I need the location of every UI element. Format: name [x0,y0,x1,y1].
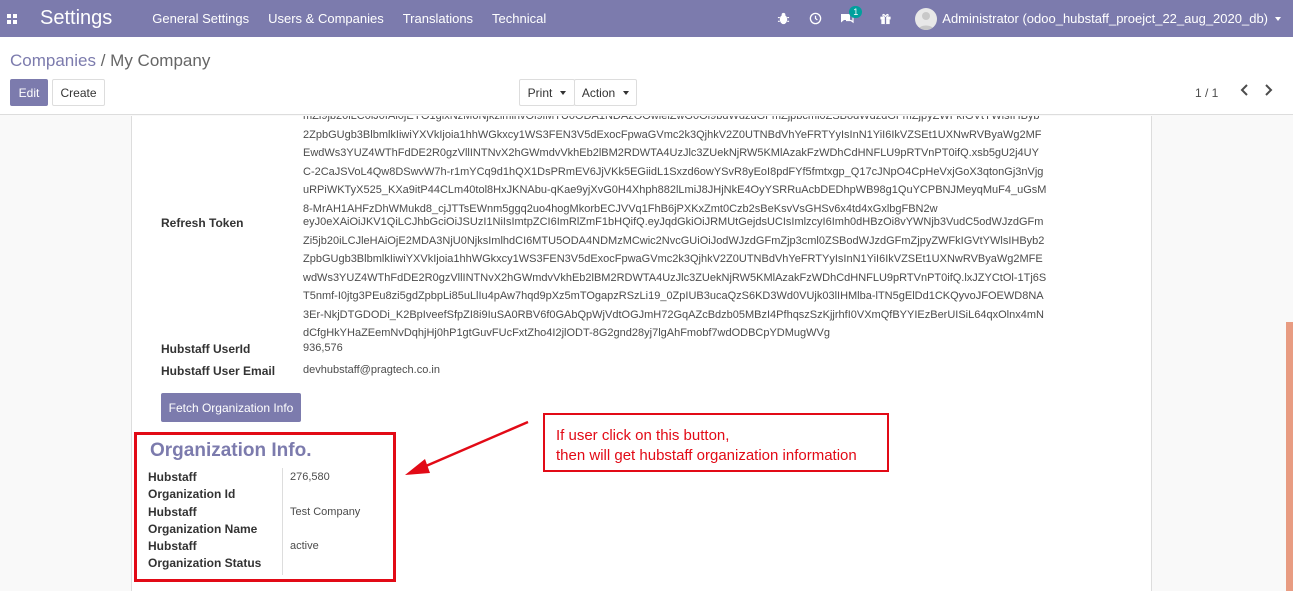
organization-status-value: active [290,540,319,552]
refresh-token-value: eyJ0eXAiOiJKV1QiLCJhbGciOiJSUzI1NiIsImtp… [303,213,1103,343]
organization-info-section: Organization Info. Hubstaff Organization… [134,432,396,582]
organization-name-label: Hubstaff Organization Name [148,504,257,538]
access-token-value: mZi9jb20iLC0iJ0fAi0jEYO1gixNzMoNjkzimihv… [303,116,1103,218]
refresh-token-line: eyJ0eXAiOiJKV1QiLCJhbGciOiJSUzI1NiIsImtp… [303,216,1044,228]
hubstaff-email-value: devhubstaff@pragtech.co.in [303,364,440,376]
pager-value[interactable]: 1 / 1 [1195,86,1218,100]
hubstaff-userid-label: Hubstaff UserId [161,342,251,356]
refresh-token-line: 3Er-NkjDTGDODi_K2BpIveefSfpZI8i9IuSA0RBV… [303,308,1044,321]
top-navbar: Settings General Settings Users & Compan… [0,0,1293,37]
breadcrumb-companies[interactable]: Companies [10,51,96,70]
access-token-line: uRPiWKTyX525_KXa9itP44CLm40tol8HxJKNAbu-… [303,184,1047,196]
form-sheet: mZi9jb20iLC0iJ0fAi0jEYO1gixNzMoNjkzimihv… [131,116,1152,591]
annotation-line-2: then will get hubstaff organization info… [556,447,857,464]
control-panel: Companies / My Company Edit Create Print… [0,37,1293,115]
fetch-organization-info-button[interactable]: Fetch Organization Info [161,393,301,422]
chat-icon[interactable]: 1 [839,5,863,27]
organization-status-label: Hubstaff Organization Status [148,538,261,572]
chat-badge: 1 [849,5,863,18]
print-dropdown[interactable]: Print [519,79,575,106]
refresh-token-line: wdWs3YUZ4WThFdDE2R0gzVllINTNvX2hGWmdvVkh… [303,271,1047,284]
caret-down-icon [623,90,630,95]
chevron-left-icon[interactable] [1237,82,1251,98]
create-button[interactable]: Create [52,79,105,106]
breadcrumb-current: My Company [110,51,211,70]
field-separator [282,468,283,575]
access-token-line: C-2CaJSVoL4Qw8DSwvW7h-r1mYCq9d1hQX1DsPRm… [303,165,1044,178]
user-menu[interactable]: Administrator (odoo_hubstaff_proejct_22_… [942,11,1268,26]
action-label: Action [581,85,616,100]
label-line: Hubstaff [148,470,197,484]
label-line: Organization Status [148,556,262,570]
menu-users-companies[interactable]: Users & Companies [268,11,384,26]
edit-button[interactable]: Edit [10,79,48,106]
action-dropdown[interactable]: Action [574,79,637,106]
annotation-arrow-icon [405,420,529,475]
refresh-token-line: T5nmf-I0jtg3PEu8zi5gdZpbpLi85uLlIu4pAw7h… [303,290,1044,302]
user-avatar[interactable] [915,7,938,30]
menu-general-settings[interactable]: General Settings [152,11,249,26]
navbar-systray: 1 Administrator (odoo_hubstaff_proejct_2… [767,0,1293,37]
hubstaff-userid-value: 936,576 [303,342,343,354]
label-line: Organization Name [148,522,258,536]
label-line: Hubstaff [148,505,197,519]
clock-icon[interactable] [807,11,823,27]
annotation-line-1: If user click on this button, [556,427,730,444]
access-token-line: EwdWs3YUZ4WThFdDE2R0gzVllINTNvX2hGWmdvVk… [303,147,1039,159]
caret-down-icon [560,90,567,95]
organization-name-value: Test Company [290,506,361,518]
organization-id-label: Hubstaff Organization Id [148,469,235,503]
label-line: Hubstaff [148,539,197,553]
chevron-right-icon[interactable] [1261,82,1275,98]
menu-technical[interactable]: Technical [492,11,546,26]
organization-info-title: Organization Info. [150,440,312,461]
refresh-token-label: Refresh Token [161,216,244,230]
scroll-indicator[interactable] [1286,322,1293,591]
annotation-callout: If user click on this button, then will … [543,413,889,472]
refresh-token-line: dCfgHkYHaZEemNvDqhjHj0hP1gtGuvFUcFxtZho4… [303,327,830,339]
label-line: Organization Id [148,487,236,501]
refresh-token-line: Zi5jb20iLCJleHAiOjE2MDA3NjU0NjksImlhdCI6… [303,234,1045,247]
app-title: Settings [40,7,113,29]
gift-icon[interactable] [877,11,893,27]
menu-translations[interactable]: Translations [403,11,473,26]
chevron-down-icon[interactable] [1275,16,1281,21]
hubstaff-email-label: Hubstaff User Email [161,364,276,378]
access-token-line: mZi9jb20iLC0iJ0fAi0jEYO1gixNzMoNjkzimihv… [303,116,1040,122]
print-label: Print [527,85,553,100]
refresh-token-line: ZpbGUgb3BlbmlkIiwiYXVkIjoia1hhWGkxcy1WS3… [303,253,1043,265]
breadcrumb: Companies / My Company [10,51,210,71]
bug-icon[interactable] [775,11,791,27]
access-token-line: 2ZpbGUgb3BlbmlkIiwiYXVkIjoia1hhWGkxcy1WS… [303,128,1042,141]
apps-menu-icon[interactable] [0,0,24,37]
breadcrumb-separator: / [96,51,111,70]
organization-id-value: 276,580 [290,471,330,483]
